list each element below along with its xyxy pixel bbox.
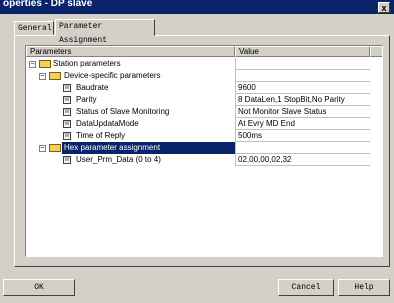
parameter-icon: W <box>63 84 71 92</box>
value-cell[interactable]: At Evry MD End <box>235 118 370 130</box>
tree-label: Status of Slave Monitoring <box>76 107 170 116</box>
tree-row-time-of-reply[interactable]: W Time of Reply 500ms <box>26 130 370 142</box>
column-header-filler <box>370 46 382 57</box>
folder-open-icon <box>49 72 61 80</box>
tree-row-parity[interactable]: W Parity 8 DataLen,1 StopBit,No Parity <box>26 94 370 106</box>
value-cell[interactable]: 9600 <box>235 82 370 94</box>
folder-open-icon <box>49 144 61 152</box>
ok-button[interactable]: OK <box>3 279 75 296</box>
tree-row-status-of-slave-monitoring[interactable]: W Status of Slave Monitoring Not Monitor… <box>26 106 370 118</box>
parameter-tree-list[interactable]: Parameters Value − Station parameters − … <box>25 45 383 257</box>
tree-label: Device-specific parameters <box>64 71 161 80</box>
parameter-icon: W <box>63 108 71 116</box>
collapse-icon[interactable]: − <box>39 73 46 80</box>
tab-parameter-assignment[interactable]: Parameter Assignment <box>55 19 155 45</box>
tree-label: User_Prm_Data (0 to 4) <box>76 155 161 164</box>
parameter-icon: W <box>63 132 71 140</box>
tree-label: Station parameters <box>53 59 121 68</box>
collapse-icon[interactable]: − <box>29 61 36 68</box>
title-bar: operties - DP slave x <box>0 0 394 14</box>
tree-label: Time of Reply <box>76 131 126 140</box>
tree-label: DataUpdataMode <box>76 119 139 128</box>
cancel-button[interactable]: Cancel <box>278 279 334 296</box>
tree-row-baudrate[interactable]: W Baudrate 9600 <box>26 82 370 94</box>
value-cell[interactable] <box>235 70 370 82</box>
window-title: operties - DP slave <box>3 0 93 9</box>
value-cell[interactable]: 02,00,00,02,32 <box>235 154 370 166</box>
tree-row-user-prm-data[interactable]: W User_Prm_Data (0 to 4) 02,00,00,02,32 <box>26 154 370 166</box>
value-cell[interactable] <box>235 142 370 154</box>
column-header-value[interactable]: Value <box>235 46 370 57</box>
collapse-icon[interactable]: − <box>39 145 46 152</box>
value-cell[interactable]: Not Monitor Slave Status <box>235 106 370 118</box>
tree-label-selected: Hex parameter assignment <box>62 142 235 154</box>
tree-label: Baudrate <box>76 83 109 92</box>
tree-row-hex-parameter-assignment[interactable]: − Hex parameter assignment <box>26 142 370 154</box>
tree-label: Parity <box>76 95 97 104</box>
value-cell[interactable]: 500ms <box>235 130 370 142</box>
parameter-icon: W <box>63 96 71 104</box>
tree-row-device-specific-parameters[interactable]: − Device-specific parameters <box>26 70 370 82</box>
value-cell[interactable] <box>235 58 370 70</box>
value-cell[interactable]: 8 DataLen,1 StopBit,No Parity <box>235 94 370 106</box>
folder-open-icon <box>39 60 51 68</box>
tab-general[interactable]: General <box>14 21 54 35</box>
help-button[interactable]: Help <box>338 279 390 296</box>
tree-row-station-parameters[interactable]: − Station parameters <box>26 58 370 70</box>
parameter-icon: W <box>63 120 71 128</box>
tree-row-data-update-mode[interactable]: W DataUpdataMode At Evry MD End <box>26 118 370 130</box>
parameter-icon: W <box>63 156 71 164</box>
close-button[interactable]: x <box>378 2 390 13</box>
column-header-parameters[interactable]: Parameters <box>26 46 235 57</box>
